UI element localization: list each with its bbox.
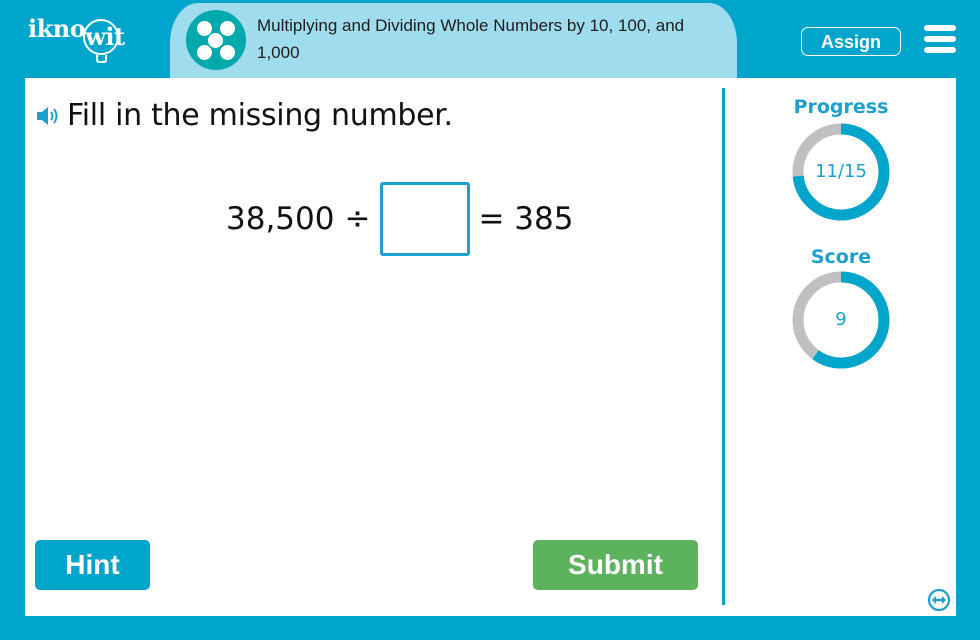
prompt-text: Fill in the missing number. [67,98,453,133]
lesson-title: Multiplying and Dividing Whole Numbers b… [257,16,685,62]
logo-text: ikno [28,14,86,43]
hint-button[interactable]: Hint [35,540,150,590]
question-prompt: Fill in the missing number. [36,98,453,133]
equation: 38,500 ÷ = 385 [226,182,573,256]
submit-button[interactable]: Submit [533,540,698,590]
expand-horizontal-icon[interactable] [927,588,951,612]
iknowit-logo[interactable]: iknowit [28,14,125,63]
score-value: 9 [835,309,847,330]
lightbulb-icon: wit [83,19,125,63]
assign-button[interactable]: Assign [801,27,901,56]
progress-label: Progress [793,96,889,118]
five-dots-icon [186,10,246,70]
bulb-base [96,55,108,63]
progress-value: 11/15 [815,161,867,182]
score-label: Score [810,246,872,268]
divide-operator: ÷ [344,201,371,237]
left-operand: 38,500 [226,201,335,237]
equals-result: = 385 [478,201,574,237]
panel-divider [722,88,725,605]
hamburger-menu-icon[interactable] [924,25,956,53]
answer-input[interactable] [380,182,471,256]
speaker-icon[interactable] [36,105,62,127]
